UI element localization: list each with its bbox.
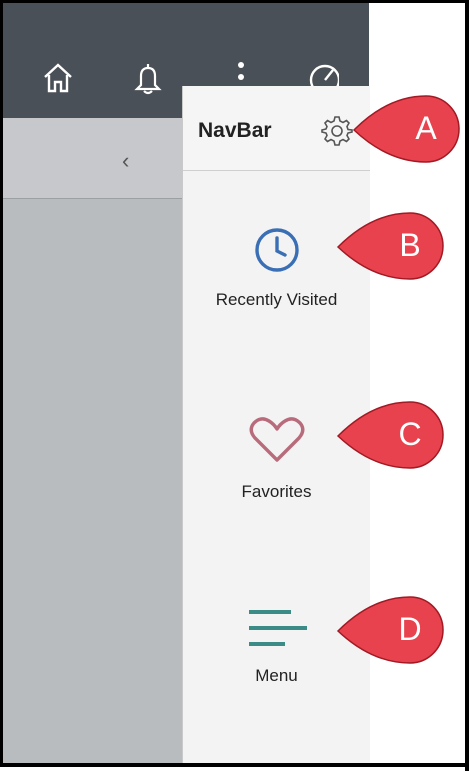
home-icon[interactable]: [41, 61, 75, 95]
callout-c: C: [332, 398, 452, 478]
callout-a: A: [348, 92, 468, 172]
navbar-title: NavBar: [198, 119, 272, 142]
hamburger-menu-icon: [248, 610, 307, 646]
callout-d: D: [332, 593, 452, 673]
back-chevron-icon[interactable]: ‹: [122, 148, 129, 174]
bell-icon[interactable]: [131, 61, 165, 95]
navbar-item-label: Recently Visited: [215, 290, 338, 309]
navbar-header: NavBar: [183, 86, 370, 171]
heart-icon: [249, 417, 304, 462]
navbar-item-label: Favorites: [241, 482, 312, 501]
callout-b: B: [332, 209, 452, 289]
callout-letter: C: [398, 416, 422, 452]
callout-letter: A: [415, 110, 437, 146]
callout-letter: B: [399, 227, 421, 263]
frame-edge: [465, 0, 469, 771]
clock-icon: [254, 228, 299, 272]
callout-letter: D: [398, 611, 422, 647]
